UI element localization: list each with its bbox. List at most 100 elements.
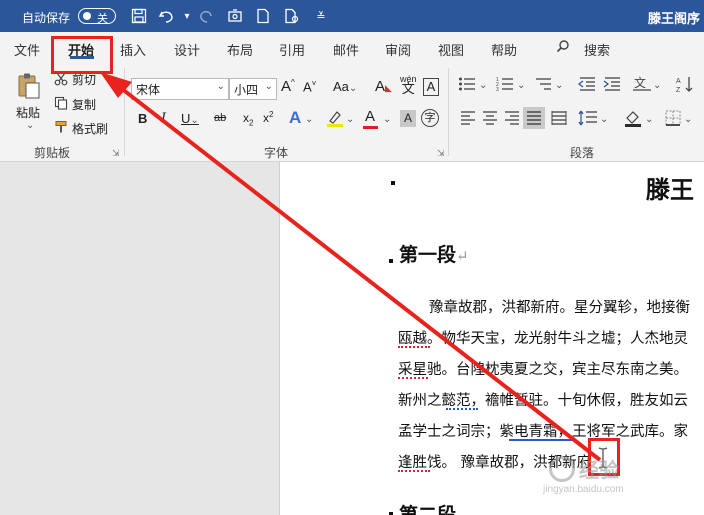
format-painter-button[interactable]: 格式刷 — [72, 120, 108, 137]
autosave-label: 自动保存 — [22, 11, 71, 25]
paragraph-bullet — [391, 181, 395, 185]
spellcheck-underline — [398, 470, 430, 472]
chinese-layout-dropdown-icon[interactable]: ⌄ — [653, 80, 661, 91]
numbering-icon[interactable]: 123 — [496, 76, 514, 95]
new-document-icon[interactable] — [254, 7, 272, 25]
paragraph-line[interactable]: 瓯越。物华天宝，龙光射牛斗之墟；人杰地灵 — [398, 327, 688, 348]
decrease-indent-icon[interactable] — [577, 76, 596, 95]
justify-icon[interactable] — [523, 107, 545, 129]
shading-dropdown-icon[interactable]: ⌄ — [645, 114, 653, 125]
heading-first[interactable]: 第一段↵ — [399, 240, 469, 267]
numbering-dropdown-icon[interactable]: ⌄ — [517, 80, 525, 91]
font-size-select[interactable]: 小四 ⌄ — [229, 78, 277, 100]
italic-icon[interactable]: I — [161, 111, 166, 126]
cut-icon[interactable] — [54, 72, 68, 86]
copy-icon[interactable] — [54, 96, 68, 110]
shrink-font-icon[interactable]: A˅ — [303, 79, 316, 94]
clear-formatting-icon[interactable]: A◣ — [375, 78, 392, 95]
underline-icon[interactable]: U⌄ — [181, 111, 199, 126]
line-spacing-icon[interactable] — [578, 110, 598, 129]
highlight-dropdown-icon[interactable]: ⌄ — [346, 114, 354, 125]
heading-first-text: 第一段 — [399, 244, 457, 266]
tab-help[interactable]: 帮助 — [491, 40, 517, 59]
text-effects-icon[interactable]: A — [289, 108, 301, 128]
paragraph-line[interactable]: 孟学士之词宗；紫电青霜，王将军之武库。家 — [398, 420, 688, 441]
tab-mailings[interactable]: 邮件 — [333, 40, 359, 59]
paste-icon[interactable] — [14, 72, 44, 100]
search-icon[interactable] — [556, 39, 570, 56]
redo-icon[interactable] — [197, 7, 215, 25]
tab-layout[interactable]: 布局 — [227, 40, 253, 59]
svg-text:3: 3 — [496, 87, 499, 92]
multilevel-dropdown-icon[interactable]: ⌄ — [555, 80, 563, 91]
ribbon: 粘贴 ⌄ 剪切 复制 格式刷 剪贴板 ⇲ 宋体 ⌄ 小四 ⌄ A^ A˅ Aa⌄… — [0, 62, 704, 162]
document-title-text[interactable]: 滕王 — [646, 170, 694, 205]
align-right-icon[interactable] — [504, 111, 520, 128]
paragraph-line[interactable]: 新州之懿范，襜帷暂驻。十旬休假，胜友如云 — [398, 389, 688, 410]
search-label[interactable]: 搜索 — [584, 40, 610, 59]
chevron-down-icon: ⌄ — [264, 81, 273, 92]
font-color-icon[interactable]: A — [365, 108, 375, 125]
bullets-dropdown-icon[interactable]: ⌄ — [479, 80, 487, 91]
format-painter-icon[interactable] — [54, 120, 68, 134]
bold-icon[interactable]: B — [138, 111, 147, 126]
tab-view[interactable]: 视图 — [438, 40, 464, 59]
highlight-color-icon[interactable] — [326, 109, 344, 130]
customize-icon[interactable]: ≚ — [312, 7, 330, 25]
save-icon[interactable] — [130, 7, 148, 25]
watermark-logo-icon — [549, 456, 575, 482]
superscript-icon[interactable]: x2 — [263, 110, 273, 125]
shading-icon[interactable] — [624, 109, 642, 130]
tab-insert[interactable]: 插入 — [120, 40, 146, 59]
chinese-layout-icon[interactable]: 文 — [633, 74, 651, 95]
sort-icon[interactable]: AZ — [676, 75, 694, 96]
line-spacing-dropdown-icon[interactable]: ⌄ — [600, 114, 608, 125]
borders-icon[interactable] — [665, 110, 681, 129]
subscript-icon[interactable]: x2 — [243, 111, 253, 127]
font-name-value: 宋体 — [136, 83, 161, 97]
font-launcher-icon[interactable]: ⇲ — [437, 148, 445, 159]
clipboard-launcher-icon[interactable]: ⇲ — [112, 148, 120, 159]
bullets-icon[interactable] — [458, 76, 476, 95]
change-case-icon[interactable]: Aa⌄ — [333, 79, 357, 94]
multilevel-list-icon[interactable] — [534, 76, 552, 95]
tab-references[interactable]: 引用 — [279, 40, 305, 59]
undo-dropdown-icon[interactable]: ▾ — [178, 7, 196, 25]
tab-file[interactable]: 文件 — [14, 40, 40, 59]
grow-font-icon[interactable]: A^ — [281, 78, 295, 95]
font-name-select[interactable]: 宋体 ⌄ — [131, 78, 229, 100]
tab-highlight-box — [51, 36, 113, 74]
strikethrough-icon[interactable]: ab — [214, 112, 226, 124]
tab-review[interactable]: 审阅 — [385, 40, 411, 59]
document-title: 滕王阁序 — [647, 11, 700, 26]
paragraph-line[interactable]: 豫章故郡，洪都新府。星分翼轸，地接衡 — [429, 296, 690, 317]
character-border-icon[interactable]: A — [423, 78, 439, 96]
heading-second[interactable]: 第二段 — [399, 500, 456, 515]
touch-mode-icon[interactable] — [226, 7, 244, 25]
group-divider — [448, 68, 449, 156]
paragraph-line[interactable]: 采星驰。台隍枕夷夏之交，宾主尽东南之美。 — [398, 358, 688, 379]
text-effects-dropdown-icon[interactable]: ⌄ — [305, 114, 313, 125]
align-center-icon[interactable] — [482, 111, 498, 128]
paste-button[interactable]: 粘贴 — [16, 104, 40, 121]
distributed-icon[interactable] — [551, 111, 567, 128]
tab-design[interactable]: 设计 — [174, 40, 200, 59]
autosave-state: 关 — [97, 13, 108, 25]
paste-dropdown-icon[interactable]: ⌄ — [26, 120, 34, 131]
spellcheck-underline — [398, 377, 428, 379]
character-shading-icon[interactable]: A — [400, 110, 416, 127]
enclose-characters-icon[interactable]: 字 — [421, 109, 439, 127]
clipboard-group-label: 剪贴板 — [34, 146, 71, 160]
undo-icon[interactable] — [158, 7, 176, 25]
copy-button[interactable]: 复制 — [72, 96, 96, 113]
borders-dropdown-icon[interactable]: ⌄ — [684, 114, 692, 125]
increase-indent-icon[interactable] — [603, 76, 621, 95]
align-left-icon[interactable] — [460, 111, 476, 128]
font-color-dropdown-icon[interactable]: ⌄ — [383, 114, 391, 125]
phonetic-guide-icon[interactable]: wén 文 — [400, 74, 417, 95]
print-preview-icon[interactable] — [283, 7, 301, 25]
watermark-url: jingyan.baidu.com — [543, 484, 624, 495]
font-group-label: 字体 — [264, 146, 289, 160]
autosave-toggle[interactable]: 关 — [78, 8, 116, 25]
grammar-underline — [509, 439, 573, 441]
